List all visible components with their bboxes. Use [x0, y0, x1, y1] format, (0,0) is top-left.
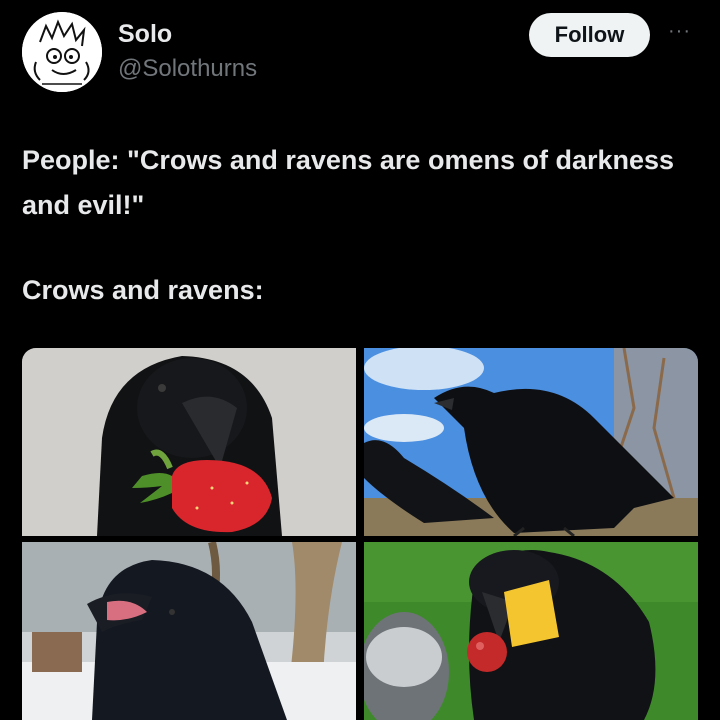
media-grid	[22, 348, 698, 720]
tweet-line-1: People: "Crows and ravens are omens of d…	[22, 145, 675, 220]
crow-grass-image	[364, 542, 698, 720]
crow-with-strawberry-photo[interactable]	[22, 348, 356, 536]
crow-with-blue-sky-photo[interactable]	[364, 348, 698, 536]
tweet-line-2: Crows and ravens:	[22, 275, 264, 305]
tweet-text: People: "Crows and ravens are omens of d…	[22, 138, 682, 313]
more-options-icon[interactable]: ···	[668, 20, 691, 43]
raven-in-snow-photo[interactable]	[22, 542, 356, 720]
avatar[interactable]	[22, 12, 102, 92]
follow-button[interactable]: Follow	[529, 13, 650, 57]
author-name[interactable]: Solo	[118, 20, 172, 49]
crow-strawberry-image	[22, 348, 356, 536]
crow-with-fruit-on-grass-photo[interactable]	[364, 542, 698, 720]
crow-sky-image	[364, 348, 698, 536]
author-handle[interactable]: @Solothurns	[118, 55, 257, 83]
tweet-header: Solo @Solothurns Follow ···	[0, 0, 720, 110]
avatar-sketch-icon	[22, 12, 102, 92]
raven-snow-image	[22, 542, 356, 720]
